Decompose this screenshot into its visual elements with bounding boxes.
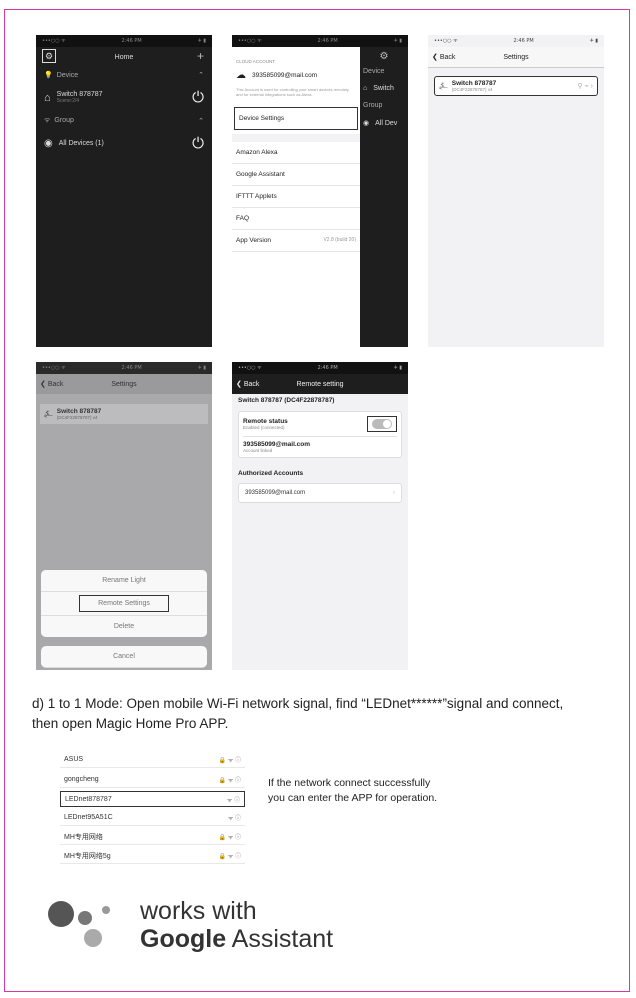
- authorized-account-row[interactable]: 393585099@mail.com ›: [238, 483, 402, 503]
- menu-item-ifttt[interactable]: IFTTT Applets: [232, 186, 360, 208]
- device-card[interactable]: ⍼ Switch 878787 (DC4F22878787) v4: [40, 404, 208, 424]
- status-bar: •••○○ ᯤ 2:46 PM ✈ ▮: [36, 35, 212, 47]
- remote-card: Remote status Enabled (connected) 3935850…: [238, 411, 402, 458]
- link-icon[interactable]: ⚲ ⌁ ›: [577, 82, 593, 90]
- menu-item-faq[interactable]: FAQ: [232, 208, 360, 230]
- menu-item-device-settings[interactable]: Device Settings: [234, 107, 358, 130]
- power-icon[interactable]: ⏻: [192, 89, 204, 106]
- gear-icon: ⚙: [379, 51, 389, 62]
- phone-action-sheet-screen: •••○○ ᯤ 2:46 PM ✈ ▮ ❮ Back Settings ⍼ Swit…: [36, 362, 212, 670]
- wifi-network-asus[interactable]: ASUS 🔒 ᯤ ⓘ: [60, 752, 245, 768]
- wifi-network-gongcheng[interactable]: gongcheng 🔒 ᯤ ⓘ: [60, 772, 245, 788]
- group-bulb-icon: ◉: [44, 138, 53, 149]
- device-section-header: 💡 Device ⌃: [44, 71, 204, 80]
- group-name: All Devices (1): [58, 140, 104, 147]
- page-title: Home: [114, 53, 134, 61]
- device-header: Switch 878787 (DC4F22878787): [238, 397, 335, 404]
- status-bar: •••○○ ᯤ 2:46 PM ✈ ▮: [232, 35, 408, 47]
- back-button[interactable]: ❮ Back: [236, 380, 259, 388]
- home-icon: ⌂: [44, 91, 51, 104]
- wifi-icon: ᯤ: [44, 117, 51, 124]
- chevron-up-icon[interactable]: ⌃: [198, 117, 204, 125]
- rename-light-button[interactable]: Rename Light: [41, 570, 207, 592]
- chevron-up-icon[interactable]: ⌃: [198, 71, 204, 79]
- nav-bar: ⚙ Home +: [36, 47, 212, 67]
- wifi-network-lednet95a51c[interactable]: LEDnet95A51C ᯤ ⓘ: [60, 810, 245, 826]
- cloud-icon: ☁: [236, 70, 246, 81]
- back-button[interactable]: ❮ Back: [432, 53, 455, 61]
- wifi-network-lednet878787[interactable]: LEDnet878787 ᯤ ⓘ: [60, 791, 245, 807]
- google-assistant-text: works with Google Assistant: [140, 897, 334, 953]
- wifi-note: If the network connect successfully you …: [268, 777, 438, 804]
- group-row[interactable]: ◉ All Devices (1) ⏻: [36, 129, 212, 158]
- account-row[interactable]: ☁ 393585099@mail.com: [232, 66, 360, 85]
- nav-bar: ❮ Back Settings: [36, 374, 212, 394]
- wifi-network-mh[interactable]: MH专用网络 🔒 ᯤ ⓘ: [60, 829, 245, 845]
- phone-home-screen: •••○○ ᯤ 2:46 PM ✈ ▮ ⚙ Home + 💡 Device ⌃ ⌂ Sw…: [36, 35, 212, 347]
- action-sheet: Rename Light Remote Settings Delete: [41, 570, 207, 637]
- bulb-outline-icon: ⍼: [439, 80, 448, 92]
- status-bar: •••○○ ᯤ 2:46 PM ✈ ▮: [232, 362, 408, 374]
- account-info: This Account is used for controlling you…: [236, 87, 349, 97]
- menu-item-amazon-alexa[interactable]: Amazon Alexa: [232, 142, 360, 164]
- wifi-network-mh-5g[interactable]: MH专用网络5g 🔒 ᯤ ⓘ: [60, 848, 245, 864]
- settings-gear-icon[interactable]: ⚙: [42, 49, 56, 63]
- background-home: ⚙ Device ⌂ Switch Group ◉ All Dev: [360, 47, 408, 347]
- device-row[interactable]: ⌂ Switch 878787 Scene:2/4 ⏻: [36, 83, 212, 112]
- page-title: Settings: [503, 53, 529, 61]
- delete-button[interactable]: Delete: [41, 616, 207, 637]
- device-name: Switch 878787: [56, 91, 103, 98]
- phone-settings-screen: •••○○ ᯤ 2:46 PM ✈ ▮ ❮ Back Settings ⍼ Swit…: [428, 35, 604, 347]
- add-icon[interactable]: +: [197, 49, 204, 63]
- cancel-button[interactable]: Cancel: [41, 646, 207, 668]
- google-assistant-logo-icon: [48, 895, 128, 955]
- bulb-icon: 💡: [44, 72, 53, 79]
- menu-item-app-version: App Version V2.8 (build 20): [232, 230, 360, 252]
- page-title: Remote setting: [296, 380, 344, 388]
- phone-remote-setting-screen: •••○○ ᯤ 2:46 PM ✈ ▮ ❮ Back Remote setting …: [232, 362, 408, 670]
- cloud-account-label: CLOUD ACCOUNT: [236, 59, 276, 64]
- instruction-caption: d) 1 to 1 Mode: Open mobile Wi-Fi networ…: [32, 696, 564, 731]
- power-icon[interactable]: ⏻: [192, 135, 204, 152]
- menu-item-google-assistant[interactable]: Google Assistant: [232, 164, 360, 186]
- status-bar: •••○○ ᯤ 2:46 PM ✈ ▮: [428, 35, 604, 47]
- remote-settings-button[interactable]: Remote Settings: [41, 592, 207, 616]
- page-title: Settings: [111, 380, 137, 388]
- phone-menu-screen: •••○○ ᯤ 2:46 PM ✈ ▮ ⚙ Device ⌂ Switch Group…: [232, 35, 408, 347]
- device-sub: Scene:2/4: [56, 98, 80, 104]
- status-bar: •••○○ ᯤ 2:46 PM ✈ ▮: [36, 362, 212, 374]
- back-button[interactable]: ❮ Back: [40, 380, 63, 388]
- side-menu: CLOUD ACCOUNT ☁ 393585099@mail.com This A…: [232, 47, 360, 347]
- nav-bar: ❮ Back Remote setting: [232, 374, 408, 394]
- authorized-accounts-label: Authorized Accounts: [238, 470, 304, 477]
- remote-status-toggle[interactable]: [367, 416, 397, 432]
- group-section-header: ᯤ Group ⌃: [44, 117, 204, 125]
- device-card[interactable]: ⍼ Switch 878787 (DC4F22878787) v4 ⚲ ⌁ ›: [434, 76, 598, 96]
- nav-bar: ❮ Back Settings: [428, 47, 604, 68]
